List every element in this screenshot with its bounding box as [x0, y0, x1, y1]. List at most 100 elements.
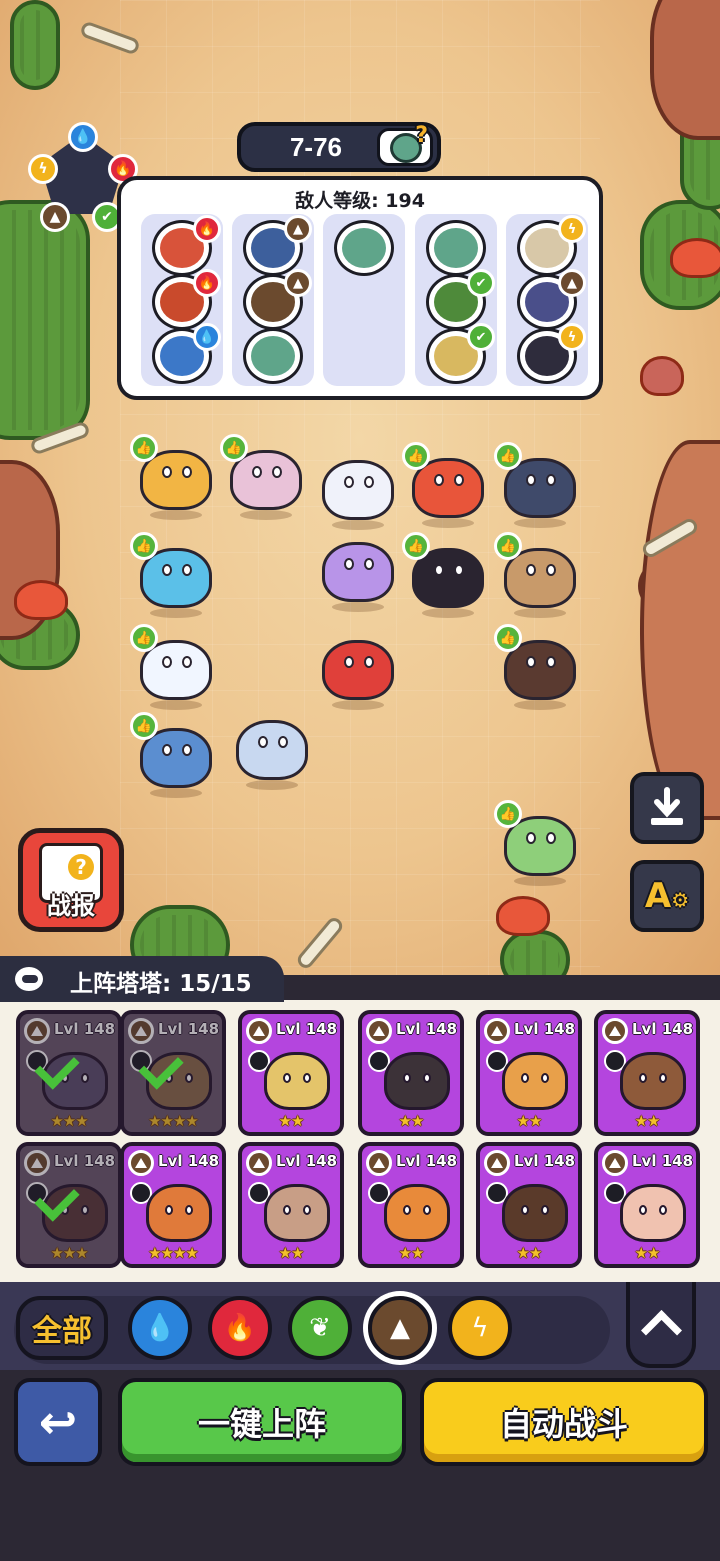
filter-grass-button[interactable]: ❦ [288, 1296, 352, 1360]
thumbs-up-icon: 👍 [130, 712, 158, 740]
enemy-portrait[interactable] [426, 220, 486, 276]
auto-battle-button[interactable]: 自动战斗 [420, 1378, 708, 1466]
roster-card[interactable]: Lvl 148 ★★ [358, 1142, 464, 1268]
deployed-monster[interactable]: 👍 [130, 712, 216, 798]
download-button[interactable] [630, 772, 704, 844]
enemy-portrait[interactable]: 🔥 [152, 269, 221, 330]
fire-element-icon: 🔥 [193, 269, 221, 297]
deployed-monster[interactable]: 👍 [402, 532, 488, 618]
filter-fire-button[interactable]: 🔥 [208, 1296, 272, 1360]
roster-card[interactable]: Lvl 148 ★★★★ [120, 1010, 226, 1136]
roster-card[interactable]: Lvl 148 ★★ [594, 1142, 700, 1268]
grass-element-icon: ✔ [467, 269, 495, 297]
element-filter-bar: 全部 💧 🔥 ❦ ▲ ϟ [0, 1282, 720, 1378]
filter-water-button[interactable]: 💧 [128, 1296, 192, 1360]
roster-card[interactable]: Lvl 148 ★★★ [16, 1142, 122, 1268]
earth-element-icon [246, 1018, 272, 1044]
card-level: Lvl 148 [158, 1020, 220, 1038]
expand-roster-button[interactable] [626, 1282, 696, 1368]
roster-card[interactable]: Lvl 148 ★★ [476, 1010, 582, 1136]
flower-decoration [640, 356, 684, 396]
card-stars: ★★ [634, 1112, 661, 1130]
stage-header: 7-76 ? [237, 122, 441, 172]
thumbs-up-icon: 👍 [494, 800, 522, 828]
deployed-monster[interactable]: 👍 [130, 532, 216, 618]
flame-icon: 🔥 [223, 1313, 257, 1343]
battle-report-button[interactable]: ? 战报 [18, 828, 124, 932]
deployed-monster[interactable]: 👍 [494, 624, 580, 710]
earth-element-icon: ▲ [558, 269, 586, 297]
roster-card[interactable]: Lvl 148 ★★ [476, 1142, 582, 1268]
deployed-monster[interactable]: 👍 [402, 442, 488, 528]
auto-settings-icon: A⚙ [644, 876, 690, 916]
filter-all-button[interactable]: 全部 [16, 1296, 108, 1360]
enemy-column: 🔥 🔥 💧 [141, 214, 223, 386]
roster-card[interactable]: Lvl 148 ★★ [594, 1010, 700, 1136]
fire-element-icon: 🔥 [193, 215, 221, 243]
earth-element-icon [128, 1150, 154, 1176]
thumbs-up-icon: 👍 [402, 442, 430, 470]
card-monster [146, 1184, 212, 1242]
deployed-monster[interactable]: 👍 [130, 624, 216, 710]
card-monster [620, 1184, 686, 1242]
back-button[interactable]: ↩ [14, 1378, 102, 1466]
leaf-icon: ❦ [309, 1313, 331, 1343]
deployed-monster[interactable] [318, 630, 398, 710]
enemy-portrait[interactable] [334, 220, 394, 276]
cactus-decoration [0, 200, 90, 440]
flower-decoration [496, 896, 550, 936]
roster-card[interactable]: Lvl 148 ★★ [238, 1142, 344, 1268]
enemy-portrait[interactable] [243, 328, 303, 384]
deployed-monster[interactable] [318, 532, 398, 612]
deployed-monster[interactable]: 👍 [220, 434, 306, 520]
roster-header: 上阵塔塔: 15/15 [0, 956, 284, 1002]
card-monster [502, 1052, 568, 1110]
roster-card[interactable]: Lvl 148 ★★★★ [120, 1142, 226, 1268]
deployed-monster[interactable]: 👍 [494, 442, 580, 528]
enemy-portrait[interactable]: ϟ [517, 323, 586, 384]
deployed-monster[interactable]: 👍 [494, 800, 580, 886]
card-monster [620, 1052, 686, 1110]
quick-deploy-button[interactable]: 一键上阵 [118, 1378, 406, 1466]
enemy-portrait[interactable]: 🔥 [152, 215, 221, 276]
deployed-monster[interactable] [318, 450, 398, 530]
enemy-portrait[interactable]: 💧 [152, 323, 221, 384]
card-stars: ★★ [398, 1244, 425, 1262]
enemy-portrait[interactable]: ✔ [426, 269, 495, 330]
download-icon [651, 787, 683, 825]
card-monster [502, 1184, 568, 1242]
mountain-icon: ▲ [390, 1313, 410, 1343]
enemy-portrait[interactable]: ▲ [243, 269, 312, 330]
auto-settings-button[interactable]: A⚙ [630, 860, 704, 932]
enemy-portrait[interactable]: ▲ [517, 269, 586, 330]
card-stars: ★★ [516, 1244, 543, 1262]
enemy-column: ✔ ✔ [415, 214, 497, 386]
enemy-portrait[interactable]: ✔ [426, 323, 495, 384]
enemy-portrait[interactable]: ▲ [243, 215, 312, 276]
earth-element-icon [602, 1018, 628, 1044]
roster-card[interactable]: Lvl 148 ★★ [238, 1010, 344, 1136]
action-bar: ↩ 一键上阵 自动战斗 [0, 1370, 720, 1561]
roster-panel: Lvl 148 ★★★ Lvl 148 ★★★★ Lvl 148 ★★ Lvl 148 ★★ L… [0, 1000, 720, 1282]
flower-decoration [14, 580, 68, 620]
thumbs-up-icon: 👍 [130, 624, 158, 652]
card-level: Lvl 148 [54, 1020, 116, 1038]
stage-label: 7-76 [289, 132, 343, 162]
roster-card[interactable]: Lvl 148 ★★ [358, 1010, 464, 1136]
card-monster [384, 1052, 450, 1110]
enemy-portrait[interactable]: ϟ [517, 215, 586, 276]
elec-element-icon: ϟ [558, 215, 586, 243]
battlefield: 💧 🔥 ✔ ▲ ϟ 7-76 ? 敌人等级: 194 🔥 🔥 💧 ▲ ▲ ✔ ✔ ϟ ▲ ϟ 👍 👍… [0, 0, 720, 975]
earth-element-icon [602, 1150, 628, 1176]
roster-card[interactable]: Lvl 148 ★★★ [16, 1010, 122, 1136]
earth-element-icon [484, 1018, 510, 1044]
deployed-monster[interactable]: 👍 [494, 532, 580, 618]
card-stars: ★★ [398, 1112, 425, 1130]
filter-electric-button[interactable]: ϟ [448, 1296, 512, 1360]
zombie-question-icon[interactable]: ? [377, 123, 433, 166]
filter-earth-button[interactable]: ▲ [368, 1296, 432, 1360]
deployed-monster[interactable] [232, 710, 312, 790]
deployed-monster[interactable]: 👍 [130, 434, 216, 520]
card-level: Lvl 148 [276, 1020, 338, 1038]
card-level: Lvl 148 [158, 1152, 220, 1170]
